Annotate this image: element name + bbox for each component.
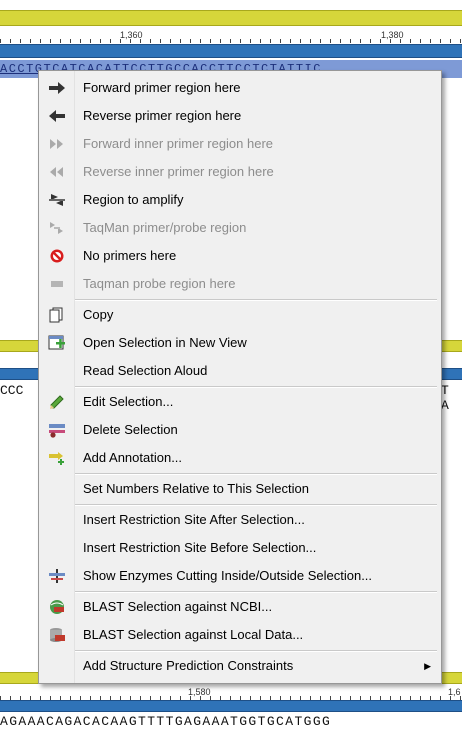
- menu-item-label: Open Selection in New View: [83, 335, 247, 350]
- menu-item-label: Set Numbers Relative to This Selection: [83, 481, 309, 496]
- taqman-icon: [50, 222, 63, 234]
- new-view-icon: [48, 335, 65, 350]
- menu-item-taqman-probe[interactable]: Taqman probe region here: [41, 270, 439, 298]
- annotation-track-top: [0, 10, 462, 26]
- menu-item-label: Taqman probe region here: [83, 276, 236, 291]
- menu-item-delete-selection[interactable]: Delete Selection: [41, 416, 439, 444]
- menu-item-structure-constraints[interactable]: Add Structure Prediction Constraints ▶: [41, 652, 439, 680]
- submenu-arrow-icon: ▶: [424, 661, 431, 671]
- menu-item-taqman-region[interactable]: TaqMan primer/probe region: [41, 214, 439, 242]
- sequence-bottom-row: AGAAACAGACACAAGTTTTGAGAAATGGTGCATGGG: [0, 714, 332, 729]
- annotation-icon: [49, 452, 64, 465]
- probe-icon: [51, 281, 63, 287]
- amplify-icon: [49, 194, 65, 206]
- menu-item-insert-site-after[interactable]: Insert Restriction Site After Selection.…: [41, 506, 439, 534]
- menu-item-show-enzymes[interactable]: Show Enzymes Cutting Inside/Outside Sele…: [41, 562, 439, 590]
- menu-item-label: Edit Selection...: [83, 394, 174, 409]
- menu-item-set-numbers-relative[interactable]: Set Numbers Relative to This Selection: [41, 475, 439, 503]
- ruler-top: 1,360 1,380: [0, 27, 462, 43]
- menu-item-label: BLAST Selection against Local Data...: [83, 627, 304, 642]
- menu-item-copy[interactable]: Copy: [41, 301, 439, 329]
- enzymes-icon: [49, 569, 65, 583]
- menu-item-label: Forward inner primer region here: [83, 136, 274, 151]
- menu-item-label: Reverse inner primer region here: [83, 164, 274, 179]
- menu-item-label: No primers here: [83, 248, 177, 263]
- strand-bar-top: [0, 44, 462, 58]
- menu-item-forward-primer[interactable]: Forward primer region here: [41, 74, 439, 102]
- blast-ncbi-icon: [50, 600, 64, 614]
- menu-item-forward-inner-primer[interactable]: Forward inner primer region here: [41, 130, 439, 158]
- menu-item-open-new-view[interactable]: Open Selection in New View: [41, 329, 439, 357]
- menu-item-label: Region to amplify: [83, 192, 184, 207]
- menu-item-edit-selection[interactable]: Edit Selection...: [41, 388, 439, 416]
- reverse-inner-icon: [50, 167, 63, 177]
- forward-inner-icon: [50, 139, 63, 149]
- strand-bar-bottom: [0, 700, 462, 712]
- copy-icon: [49, 307, 63, 323]
- menu-item-label: Delete Selection: [83, 422, 178, 437]
- menu-item-label: Reverse primer region here: [83, 108, 242, 123]
- menu-item-read-aloud[interactable]: Read Selection Aloud: [41, 357, 439, 385]
- menu-item-label: TaqMan primer/probe region: [83, 220, 247, 235]
- menu-item-add-annotation[interactable]: Add Annotation...: [41, 444, 439, 472]
- menu-item-no-primers[interactable]: No primers here: [41, 242, 439, 270]
- menu-item-label: Add Structure Prediction Constraints: [83, 658, 294, 673]
- menu-item-label: Add Annotation...: [83, 450, 183, 465]
- menu-item-label: BLAST Selection against NCBI...: [83, 599, 273, 614]
- menu-item-blast-local[interactable]: BLAST Selection against Local Data...: [41, 621, 439, 649]
- menu-item-region-to-amplify[interactable]: Region to amplify: [41, 186, 439, 214]
- menu-item-label: Read Selection Aloud: [83, 363, 208, 378]
- menu-item-label: Insert Restriction Site After Selection.…: [83, 512, 305, 527]
- menu-item-reverse-inner-primer[interactable]: Reverse inner primer region here: [41, 158, 439, 186]
- sequence-mid-left: CCC: [0, 383, 24, 398]
- menu-item-label: Forward primer region here: [83, 80, 241, 95]
- no-primers-icon: [50, 249, 64, 263]
- context-menu: Forward primer region here Reverse prime…: [38, 70, 442, 684]
- menu-item-insert-site-before[interactable]: Insert Restriction Site Before Selection…: [41, 534, 439, 562]
- menu-item-label: Insert Restriction Site Before Selection…: [83, 540, 317, 555]
- sequence-mid-right: T A: [441, 383, 449, 413]
- menu-item-blast-ncbi[interactable]: BLAST Selection against NCBI...: [41, 593, 439, 621]
- pencil-icon: [50, 395, 64, 409]
- ruler-bottom: 1,580 1,6: [0, 684, 462, 700]
- forward-arrow-icon: [49, 82, 65, 94]
- menu-item-label: Copy: [83, 307, 114, 322]
- reverse-arrow-icon: [49, 110, 65, 122]
- menu-item-label: Show Enzymes Cutting Inside/Outside Sele…: [83, 568, 373, 583]
- delete-icon: [49, 424, 65, 438]
- menu-item-reverse-primer[interactable]: Reverse primer region here: [41, 102, 439, 130]
- blast-local-icon: [50, 628, 65, 642]
